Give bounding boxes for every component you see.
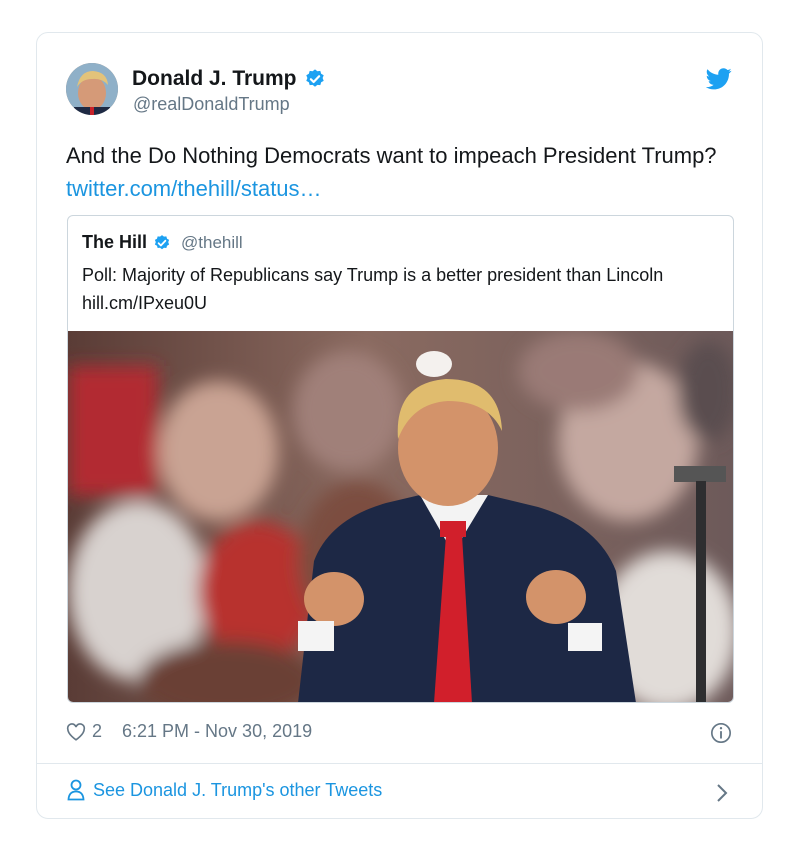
like-count[interactable]: 2 [92, 721, 102, 742]
verified-badge-icon [305, 69, 324, 87]
heart-icon[interactable] [66, 722, 86, 741]
timestamp[interactable]: 6:21 PM - Nov 30, 2019 [122, 721, 312, 742]
tweet-body: And the Do Nothing Democrats want to imp… [66, 143, 717, 168]
info-icon[interactable] [710, 722, 732, 744]
author-handle[interactable]: @realDonaldTrump [133, 94, 290, 115]
quoted-author-name[interactable]: The Hill [82, 232, 147, 253]
quoted-author-handle[interactable]: @thehill [181, 233, 243, 253]
avatar-photo [66, 63, 118, 115]
quoted-tweet-photo[interactable] [68, 331, 733, 703]
embedded-tweet-card: Donald J. Trump @realDonaldTrump And the… [36, 32, 763, 819]
twitter-bird-icon[interactable] [706, 67, 732, 91]
tweet-text: And the Do Nothing Democrats want to imp… [66, 139, 726, 205]
person-icon [67, 779, 85, 801]
quoted-tweet-text: Poll: Majority of Republicans say Trump … [82, 265, 664, 313]
quoted-tweet-header: The Hill @thehill [82, 232, 243, 253]
chevron-right-icon[interactable] [716, 783, 728, 803]
see-other-tweets-link[interactable]: See Donald J. Trump's other Tweets [67, 779, 382, 801]
avatar[interactable] [66, 63, 118, 115]
tweet-meta: 2 6:21 PM - Nov 30, 2019 [66, 721, 312, 742]
see-other-tweets-label[interactable]: See Donald J. Trump's other Tweets [93, 780, 382, 801]
author-name[interactable]: Donald J. Trump [132, 67, 297, 91]
divider [37, 763, 762, 764]
verified-badge-icon [154, 234, 170, 249]
author-name-row[interactable]: Donald J. Trump [132, 67, 326, 91]
quoted-tweet[interactable]: The Hill @thehill Poll: Majority of Repu… [67, 215, 734, 703]
tweet-link[interactable]: twitter.com/thehill/status… [66, 176, 322, 201]
